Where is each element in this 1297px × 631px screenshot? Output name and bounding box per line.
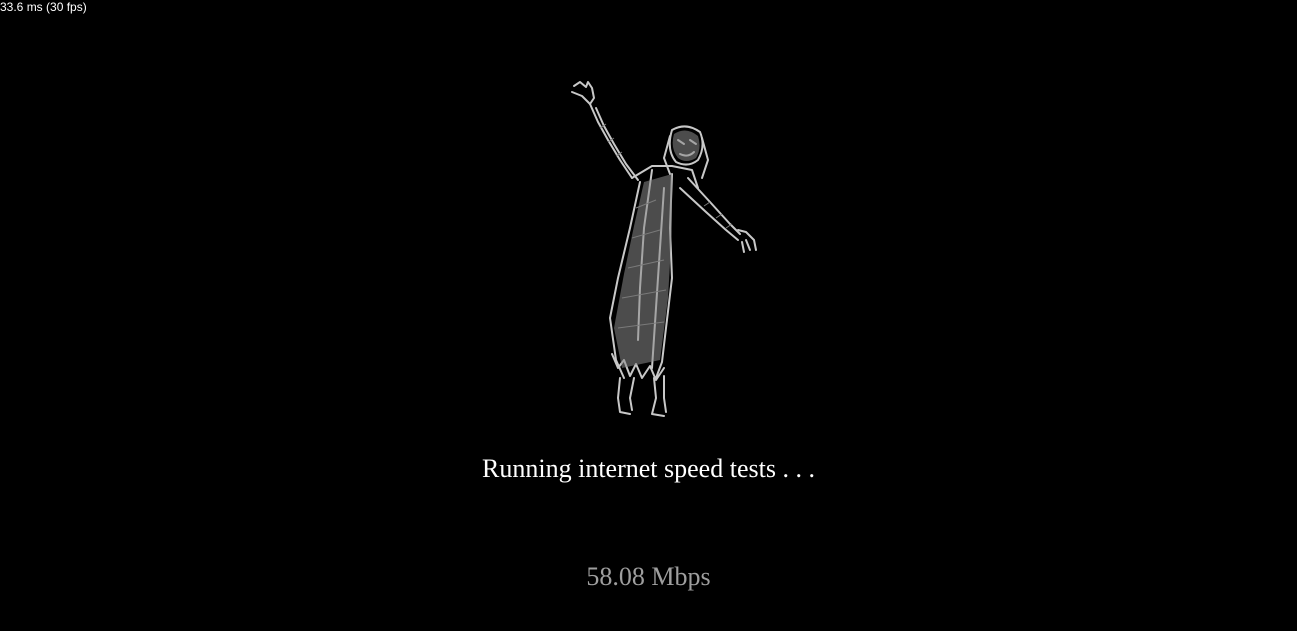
speed-test-status-message: Running internet speed tests . . . [482,454,815,483]
speed-reading: 58.08 Mbps [586,562,711,591]
frame-time-counter: 33.6 ms (30 fps) [0,0,87,14]
zombie-figure-icon [560,78,770,420]
